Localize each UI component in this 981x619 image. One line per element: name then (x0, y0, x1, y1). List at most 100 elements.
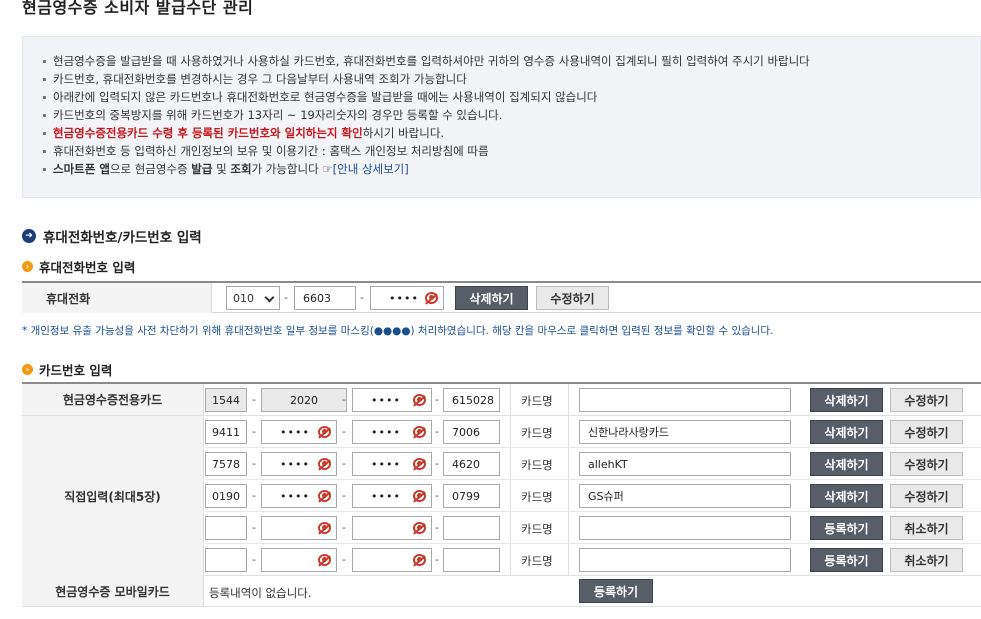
phone-label: 휴대전화 (22, 283, 212, 313)
dedicated-card-row: 현금영수증전용카드 1544 - 2020 - •••• - 615028 카드… (22, 384, 981, 416)
card-edit-button[interactable]: 수정하기 (890, 388, 963, 412)
card-part1-input[interactable]: 7578 (205, 452, 247, 476)
card-part1-input[interactable] (205, 548, 247, 572)
card-part2-input[interactable]: •••• (261, 484, 337, 508)
card-delete-button[interactable]: 삭제하기 (810, 420, 883, 444)
card-part2-input: 2020 (261, 388, 347, 412)
direct-card-row: 0190- •••• - •••• -0799 카드명 GS슈퍼 삭제하기 수정하기 (22, 480, 981, 512)
card-part4-input[interactable] (443, 548, 500, 572)
phone-subtitle: › 휴대전화번호 입력 (22, 257, 135, 276)
mobile-card-status: 등록내역이 없습니다. (209, 586, 312, 600)
card-register-button[interactable]: 등록하기 (810, 516, 883, 540)
eye-icon[interactable] (413, 490, 426, 502)
eye-icon[interactable] (413, 394, 426, 406)
card-part4-input[interactable]: 7006 (443, 420, 500, 444)
masking-note: * 개인정보 유출 가능성을 사전 차단하기 위해 휴대전화번호 일부 정보를 … (22, 325, 774, 337)
card-name-input[interactable] (579, 548, 791, 572)
mobile-card-label: 현금영수증 모바일카드 (22, 576, 204, 606)
card-table: 현금영수증전용카드 1544 - 2020 - •••• - 615028 카드… (22, 382, 981, 607)
eye-icon[interactable] (413, 554, 426, 566)
notice-item: 휴대전화번호 등 입력하신 개인정보의 보유 및 이용기간 : 홈택스 개인정보… (41, 142, 980, 160)
card-edit-button[interactable]: 수정하기 (890, 452, 963, 476)
notice-item: 아래칸에 입력되지 않은 카드번호나 휴대전화번호로 현금영수증을 발급받을 때… (41, 88, 980, 106)
card-name-input[interactable] (579, 516, 791, 540)
card-name-label: 카드명 (521, 554, 553, 568)
card-cancel-button[interactable]: 취소하기 (890, 516, 963, 540)
section-title: ➜ 휴대전화번호/카드번호 입력 (22, 226, 202, 246)
phone-prefix-select[interactable]: 010 (226, 286, 280, 310)
arrow-right-icon: ➜ (22, 229, 36, 243)
card-part3-input[interactable]: •••• (352, 420, 432, 444)
card-part4-input[interactable] (443, 516, 500, 540)
phone-middle-input[interactable]: 6603 (294, 286, 356, 310)
card-name-label: 카드명 (521, 458, 553, 472)
phone-edit-button[interactable]: 수정하기 (536, 286, 609, 310)
card-part2-input[interactable] (261, 548, 337, 572)
eye-icon[interactable] (413, 522, 426, 534)
card-part2-input[interactable] (261, 516, 337, 540)
card-name-label: 카드명 (521, 522, 553, 536)
card-part1-input: 1544 (205, 388, 247, 412)
notice-item: 카드번호의 중복방지를 위해 카드번호가 13자리 ~ 19자리숫자의 경우만 … (41, 106, 980, 124)
card-name-input[interactable]: allehKT (579, 452, 791, 476)
card-cancel-button[interactable]: 취소하기 (890, 548, 963, 572)
guide-detail-link[interactable]: [안내 상세보기] (333, 162, 409, 176)
card-name-label: 카드명 (521, 490, 553, 504)
card-name-input[interactable]: GS슈퍼 (579, 484, 791, 508)
mobile-card-row: 현금영수증 모바일카드 등록내역이 없습니다. 등록하기 (22, 576, 981, 607)
direct-card-row: 7578- •••• - •••• -4620 카드명 allehKT 삭제하기 수정하기 (22, 448, 981, 480)
card-edit-button[interactable]: 수정하기 (890, 420, 963, 444)
pointing-hand-icon: ☞ (322, 162, 333, 176)
eye-icon[interactable] (318, 490, 331, 502)
eye-icon[interactable] (413, 426, 426, 438)
notice-emphasis: 현금영수증전용카드 수령 후 등록된 카드번호와 일치하는지 확인 (53, 126, 363, 140)
notice-item: 현금영수증전용카드 수령 후 등록된 카드번호와 일치하는지 확인하시기 바랍니… (41, 124, 980, 142)
dedicated-card-label: 현금영수증전용카드 (22, 384, 204, 415)
notice-item: 스마트폰 앱으로 현금영수증 발급 및 조회가 가능합니다 ☞[안내 상세보기] (41, 160, 980, 178)
page-title: 현금영수증 소비자 발급수단 관리 (22, 0, 254, 17)
card-part2-input[interactable]: •••• (261, 420, 337, 444)
phone-delete-button[interactable]: 삭제하기 (455, 286, 528, 310)
eye-icon[interactable] (425, 292, 438, 304)
card-part1-input[interactable] (205, 516, 247, 540)
card-name-label: 카드명 (521, 426, 553, 440)
notice-box: 현금영수증을 발급받을 때 사용하였거나 사용하실 카드번호, 휴대전화번호를 … (22, 36, 981, 198)
phone-row: 휴대전화 010 - 6603 - •••• 삭제하기 수정하기 (22, 281, 981, 313)
phone-last-input[interactable]: •••• (370, 286, 444, 310)
card-part3-input[interactable]: •••• (352, 484, 432, 508)
card-delete-button[interactable]: 삭제하기 (810, 388, 883, 412)
card-edit-button[interactable]: 수정하기 (890, 484, 963, 508)
card-part4-input[interactable]: 4620 (443, 452, 500, 476)
direct-card-row: - - - 카드명 등록하기 취소하기 (22, 544, 981, 576)
card-subtitle: › 카드번호 입력 (22, 360, 112, 379)
eye-icon[interactable] (318, 458, 331, 470)
card-name-input[interactable] (579, 388, 791, 412)
eye-icon[interactable] (413, 458, 426, 470)
direct-card-row: - - - 카드명 등록하기 취소하기 (22, 512, 981, 544)
direct-card-row: 9411- •••• - •••• -7006 카드명 신한나라사랑카드 삭제하기 수정하기 (22, 416, 981, 448)
chevron-right-icon: › (22, 261, 33, 272)
card-part4-input[interactable]: 0799 (443, 484, 500, 508)
card-part1-input[interactable]: 9411 (205, 420, 247, 444)
card-part2-input[interactable]: •••• (261, 452, 337, 476)
chevron-down-icon (264, 292, 275, 303)
card-name-input[interactable]: 신한나라사랑카드 (579, 420, 791, 444)
card-part3-input[interactable]: •••• (352, 388, 432, 412)
card-name-label: 카드명 (521, 394, 553, 408)
eye-icon[interactable] (318, 522, 331, 534)
card-part3-input[interactable]: •••• (352, 452, 432, 476)
card-part1-input[interactable]: 0190 (205, 484, 247, 508)
card-delete-button[interactable]: 삭제하기 (810, 484, 883, 508)
direct-input-group: 직접입력(최대5장) 9411- •••• - •••• -7006 카드명 신한나라사랑카… (22, 416, 981, 576)
eye-icon[interactable] (318, 426, 331, 438)
eye-icon[interactable] (318, 554, 331, 566)
card-part3-input[interactable] (352, 516, 432, 540)
card-delete-button[interactable]: 삭제하기 (810, 452, 883, 476)
notice-item: 카드번호, 휴대전화번호를 변경하시는 경우 그 다음날부터 사용내역 조회가 … (41, 70, 980, 88)
notice-item: 현금영수증을 발급받을 때 사용하였거나 사용하실 카드번호, 휴대전화번호를 … (41, 52, 980, 70)
card-register-button[interactable]: 등록하기 (810, 548, 883, 572)
card-part3-input[interactable] (352, 548, 432, 572)
chevron-right-icon: › (22, 364, 33, 375)
card-part4-input[interactable]: 615028 (443, 388, 500, 412)
mobile-register-button[interactable]: 등록하기 (579, 579, 653, 603)
